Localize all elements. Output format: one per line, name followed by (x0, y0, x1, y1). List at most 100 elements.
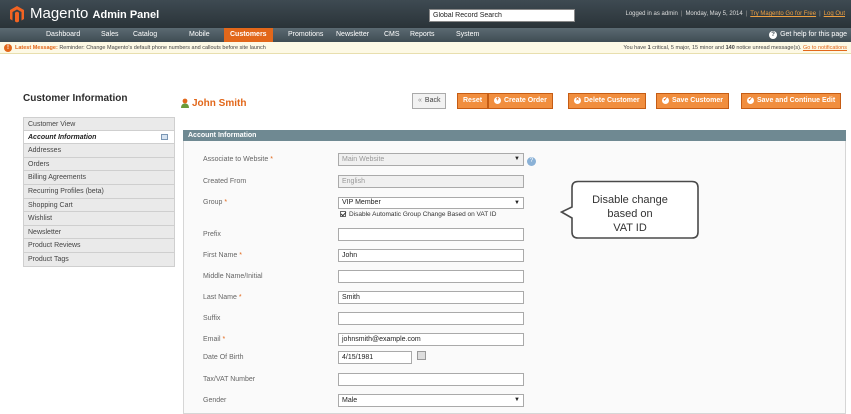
disable-group-change-checkbox[interactable] (340, 211, 346, 218)
email-label-text: Email (203, 336, 221, 343)
nav-sales[interactable]: Sales (95, 28, 125, 42)
save-label: Save Customer (672, 97, 723, 104)
nav-reports[interactable]: Reports (404, 28, 441, 42)
gender-select[interactable]: Male ▼ (338, 394, 524, 407)
notif-suffix: notice unread message(s). (736, 45, 802, 51)
logged-in-text: Logged in as admin (625, 11, 678, 17)
notification-summary: You have 1 critical, 5 major, 15 minor a… (623, 42, 847, 54)
system-message-bar: ! Latest Message: Reminder: Change Magen… (0, 42, 851, 54)
page-title: John Smith (192, 98, 247, 109)
tab-account-information-label: Account Information (28, 133, 97, 141)
notif-prefix: You have (623, 45, 647, 51)
email-label: Email * (203, 336, 225, 343)
reset-label: Reset (463, 97, 483, 104)
back-button[interactable]: «Back (412, 93, 447, 109)
logo-title: Magento (30, 5, 89, 22)
taxvat-input[interactable] (338, 373, 524, 386)
disable-group-change-label: Disable Automatic Group Change Based on … (349, 211, 497, 218)
critical-count: 1 (647, 45, 651, 51)
save-continue-button[interactable]: ✓ Save and Continue Edit (741, 93, 842, 109)
group-label-text: Group (203, 199, 223, 206)
logout-link[interactable]: Log Out (824, 11, 845, 17)
nav-promotions[interactable]: Promotions (282, 28, 329, 42)
back-label: Back (424, 97, 441, 104)
nav-cms[interactable]: CMS (378, 28, 406, 42)
help-link[interactable]: ? Get help for this page (769, 28, 847, 42)
main-nav: Dashboard Sales Catalog Mobile Customers… (0, 28, 851, 42)
required-mark: * (238, 294, 242, 301)
tab-product-tags[interactable]: Product Tags (23, 252, 175, 267)
created-from-label: Created From (203, 178, 247, 185)
last-name-label: Last Name * (203, 294, 242, 301)
create-order-label: Create Order (504, 97, 547, 104)
tab-wishlist[interactable]: Wishlist (23, 212, 175, 226)
logo-subtitle: Admin Panel (92, 9, 160, 21)
global-search-input[interactable] (429, 9, 575, 22)
tab-recurring-profiles[interactable]: Recurring Profiles (beta) (23, 184, 175, 199)
magento-go-link[interactable]: Try Magento Go for Free (750, 11, 816, 17)
tab-customer-view[interactable]: Customer View (23, 117, 175, 131)
tab-product-reviews[interactable]: Product Reviews (23, 239, 175, 253)
dropdown-arrow-icon: ▼ (514, 200, 520, 206)
prefix-input[interactable] (338, 228, 524, 241)
notif-mid: critical, 5 major, 15 minor and (652, 45, 725, 51)
changed-flag-icon (161, 133, 168, 140)
required-mark: * (239, 252, 242, 259)
save-customer-button[interactable]: ✓ Save Customer (656, 93, 729, 109)
tab-orders[interactable]: Orders (23, 157, 175, 172)
callout-line-1: Disable change (592, 194, 668, 206)
nav-dashboard[interactable]: Dashboard (40, 28, 86, 42)
first-name-input[interactable]: John (338, 249, 524, 262)
header-user-info: Logged in as admin | Monday, May 5, 2014 | T… (625, 11, 846, 17)
delete-label: Delete Customer (584, 97, 640, 104)
prefix-label: Prefix (203, 231, 221, 238)
header-date: Monday, May 5, 2014 (685, 11, 743, 17)
reset-button[interactable]: Reset (457, 93, 489, 109)
nav-newsletter[interactable]: Newsletter (330, 28, 375, 42)
magento-logo-icon (10, 6, 24, 23)
tab-account-information[interactable]: Account Information (23, 130, 175, 145)
required-mark: * (270, 156, 273, 163)
create-order-button[interactable]: + Create Order (488, 93, 553, 109)
notifications-link[interactable]: Go to notifications (803, 45, 847, 51)
email-input[interactable]: johnsmith@example.com (338, 333, 524, 346)
tab-shopping-cart[interactable]: Shopping Cart (23, 198, 175, 213)
delete-icon: × (574, 96, 581, 104)
help-icon[interactable]: ? (527, 157, 536, 166)
callout-text: Disable change based on VAT ID (575, 193, 685, 235)
help-icon: ? (769, 31, 778, 39)
created-from-field: English (338, 175, 524, 188)
group-select[interactable]: VIP Member ▼ (338, 197, 524, 209)
save-continue-label: Save and Continue Edit (757, 97, 836, 104)
nav-system[interactable]: System (450, 28, 485, 42)
first-name-label: First Name * (203, 252, 242, 259)
nav-mobile[interactable]: Mobile (183, 28, 216, 42)
latest-message: Latest Message: Reminder: Change Magento… (15, 42, 266, 54)
taxvat-label: Tax/VAT Number (203, 376, 256, 383)
dob-input[interactable]: 4/15/1981 (338, 351, 412, 364)
tab-billing-agreements[interactable]: Billing Agreements (23, 171, 175, 185)
disable-group-change-option[interactable]: Disable Automatic Group Change Based on … (340, 211, 496, 218)
logo-text[interactable]: Magento Admin Panel (30, 5, 159, 22)
calendar-icon[interactable] (417, 351, 426, 360)
plus-icon: + (494, 96, 501, 104)
website-value: Main Website (342, 156, 385, 163)
middle-name-input[interactable] (338, 270, 524, 283)
check-icon: ✓ (662, 96, 669, 104)
delete-customer-button[interactable]: × Delete Customer (568, 93, 646, 109)
group-label: Group * (203, 199, 227, 206)
customer-icon (181, 98, 189, 108)
notice-count: 140 (725, 45, 735, 51)
last-name-input[interactable]: Smith (338, 291, 524, 304)
nav-catalog[interactable]: Catalog (127, 28, 163, 42)
first-name-label-text: First Name (203, 252, 238, 259)
tab-newsletter[interactable]: Newsletter (23, 225, 175, 240)
account-info-section-header: Account Information (183, 130, 846, 141)
help-text: Get help for this page (780, 31, 847, 38)
nav-customers[interactable]: Customers (224, 28, 273, 42)
suffix-input[interactable] (338, 312, 524, 325)
website-label-text: Associate to Website (203, 156, 269, 163)
middle-name-label: Middle Name/Initial (203, 273, 263, 280)
tab-addresses[interactable]: Addresses (23, 144, 175, 158)
callout-line-2: based on (607, 208, 653, 220)
